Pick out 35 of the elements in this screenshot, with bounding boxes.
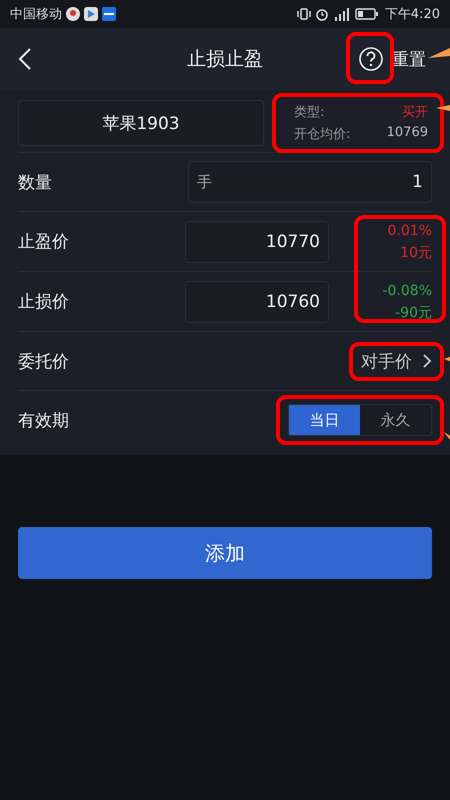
average-price-value: 10769 [386, 125, 428, 142]
order-price-label: 委托价 [18, 350, 70, 372]
price-label: 止盈价 [18, 231, 70, 253]
average-price-label: 开仓均价: [294, 126, 350, 143]
reset-button[interactable]: 重置 [392, 48, 426, 70]
price-field[interactable]: 10770 [185, 220, 329, 262]
contract-name: 苹果1903 [18, 100, 264, 146]
validity-tab[interactable]: 永久 [360, 405, 431, 435]
type-value: 买开 [402, 104, 428, 121]
app-icon [102, 7, 116, 21]
validity-tab[interactable]: 当日 [289, 405, 360, 435]
vibrate-icon [296, 7, 311, 21]
page-title: 止损止盈 [187, 47, 263, 72]
change-amount: 10元 [400, 244, 432, 262]
chevron-icon [422, 353, 432, 369]
order-price-selector[interactable]: 对手价 [353, 344, 432, 378]
pointer-arrow [444, 432, 450, 440]
validity-label: 有效期 [18, 410, 70, 432]
battery-icon [354, 8, 379, 20]
carrier-name: 中国移动 [10, 6, 62, 23]
clock-time: 下午4:20 [384, 6, 440, 23]
change-percent: -0.08% [382, 282, 432, 300]
help-icon[interactable] [358, 46, 384, 72]
type-label: 类型: [294, 104, 324, 121]
pointer-arrow [444, 356, 450, 362]
signal-icon [332, 7, 351, 21]
app-icon [84, 7, 98, 21]
price-field[interactable]: 10760 [185, 280, 329, 322]
quantity-label: 数量 [18, 172, 53, 194]
quantity-field[interactable]: 手 1 [188, 161, 432, 203]
change-percent: 0.01% [388, 222, 432, 240]
price-label: 止损价 [18, 291, 70, 313]
add-button[interactable]: 添加 [18, 527, 432, 579]
change-amount: -90元 [395, 304, 432, 322]
pointer-arrow [436, 105, 450, 111]
